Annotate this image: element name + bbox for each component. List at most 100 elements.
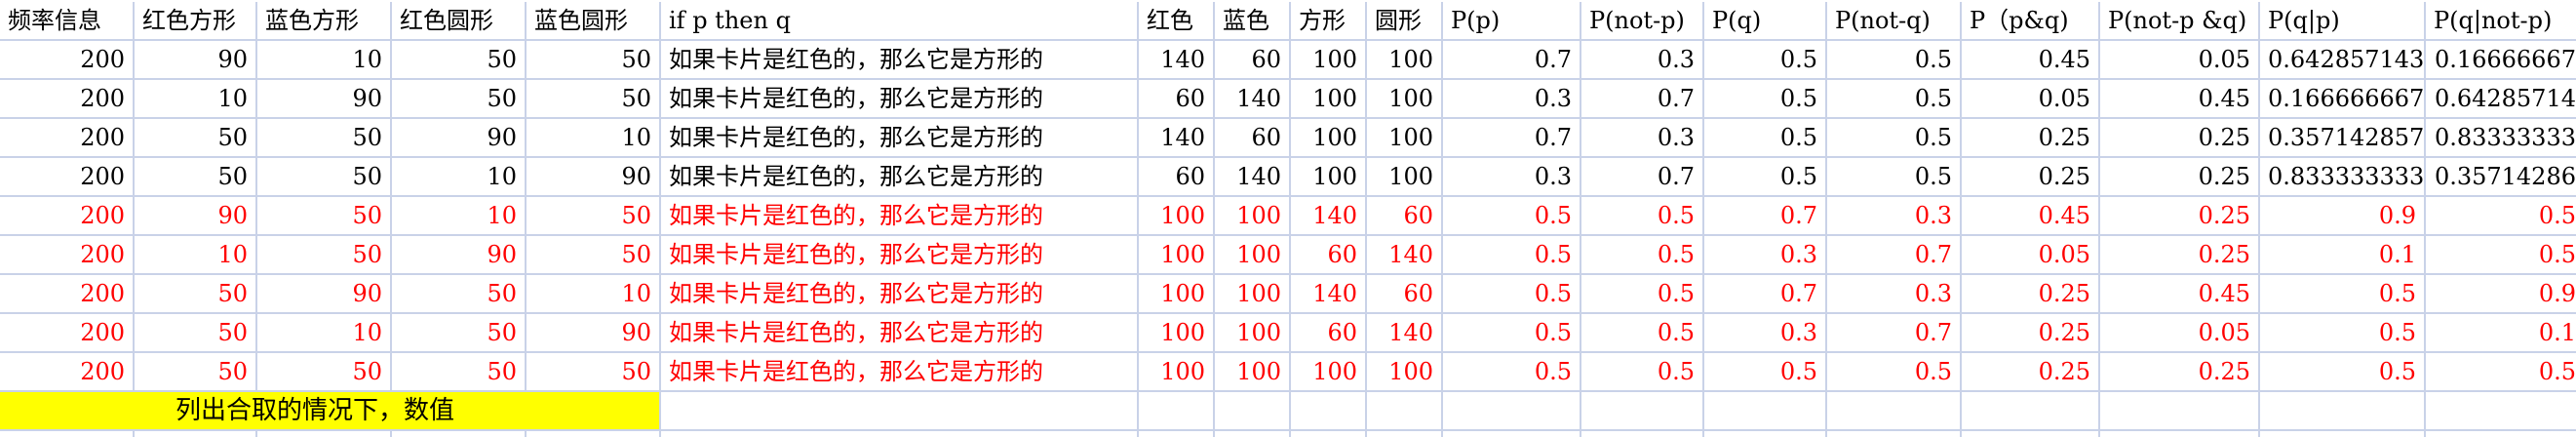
cell-r5-p-q[interactable]: 0.7	[1704, 197, 1827, 236]
cell-r3-red-square[interactable]: 50	[135, 119, 257, 158]
cell-r6-p-not-q[interactable]: 0.7	[1827, 236, 1962, 275]
empty-cell[interactable]	[257, 431, 392, 437]
cell-r4-square[interactable]: 100	[1291, 158, 1367, 197]
cell-r1-red[interactable]: 140	[1139, 41, 1215, 80]
cell-r9-p-not-p-and-q[interactable]: 0.25	[2100, 353, 2260, 392]
cell-r7-p-not-p[interactable]: 0.5	[1581, 275, 1704, 314]
cell-r5-p-q-given-p[interactable]: 0.9	[2260, 197, 2426, 236]
cell-r1-p-not-p[interactable]: 0.3	[1581, 41, 1704, 80]
cell-r4-p-q[interactable]: 0.5	[1704, 158, 1827, 197]
empty-cell[interactable]	[1704, 431, 1827, 437]
cell-r3-blue[interactable]: 60	[1215, 119, 1291, 158]
cell-r8-p-not-q[interactable]: 0.7	[1827, 314, 1962, 353]
empty-cell[interactable]	[1443, 392, 1581, 431]
cell-r8-p-q[interactable]: 0.3	[1704, 314, 1827, 353]
cell-r9-blue-circle[interactable]: 50	[527, 353, 661, 392]
empty-cell[interactable]	[1291, 431, 1367, 437]
cell-r6-p-q-given-not-p[interactable]: 0.5	[2426, 236, 2576, 275]
cell-r3-p-q-given-p[interactable]: 0.357142857	[2260, 119, 2426, 158]
cell-r7-square[interactable]: 140	[1291, 275, 1367, 314]
cell-r8-blue-circle[interactable]: 90	[527, 314, 661, 353]
cell-r4-red[interactable]: 60	[1139, 158, 1215, 197]
cell-r3-if-p-then-q[interactable]: 如果卡片是红色的，那么它是方形的	[661, 119, 1139, 158]
cell-r5-p-not-p-and-q[interactable]: 0.25	[2100, 197, 2260, 236]
empty-cell[interactable]	[1215, 431, 1291, 437]
header-blue-square[interactable]: 蓝色方形	[257, 2, 392, 41]
cell-r7-p-not-p-and-q[interactable]: 0.45	[2100, 275, 2260, 314]
cell-r8-p-p-and-q[interactable]: 0.25	[1962, 314, 2100, 353]
cell-r2-red-circle[interactable]: 50	[392, 80, 527, 119]
cell-r9-p-not-q[interactable]: 0.5	[1827, 353, 1962, 392]
header-p-p[interactable]: P(p)	[1443, 2, 1581, 41]
empty-cell[interactable]	[1139, 392, 1215, 431]
cell-r4-red-circle[interactable]: 10	[392, 158, 527, 197]
cell-r1-square[interactable]: 100	[1291, 41, 1367, 80]
cell-r6-blue[interactable]: 100	[1215, 236, 1291, 275]
cell-r9-blue[interactable]: 100	[1215, 353, 1291, 392]
cell-r7-p-p[interactable]: 0.5	[1443, 275, 1581, 314]
cell-r1-p-not-q[interactable]: 0.5	[1827, 41, 1962, 80]
cell-r8-circle[interactable]: 140	[1367, 314, 1443, 353]
cell-r7-p-not-q[interactable]: 0.3	[1827, 275, 1962, 314]
cell-r8-blue[interactable]: 100	[1215, 314, 1291, 353]
cell-r4-blue[interactable]: 140	[1215, 158, 1291, 197]
cell-r4-blue-square[interactable]: 50	[257, 158, 392, 197]
cell-r2-p-p[interactable]: 0.3	[1443, 80, 1581, 119]
cell-r1-p-q-given-p[interactable]: 0.642857143	[2260, 41, 2426, 80]
cell-r4-blue-circle[interactable]: 90	[527, 158, 661, 197]
cell-r1-blue-square[interactable]: 10	[257, 41, 392, 80]
empty-cell[interactable]	[135, 431, 257, 437]
header-if-p-then-q[interactable]: if p then q	[661, 2, 1139, 41]
header-p-not-p-and-q[interactable]: P(not-p &q)	[2100, 2, 2260, 41]
cell-r7-red-square[interactable]: 50	[135, 275, 257, 314]
cell-r7-circle[interactable]: 60	[1367, 275, 1443, 314]
cell-r2-p-not-q[interactable]: 0.5	[1827, 80, 1962, 119]
empty-cell[interactable]	[1443, 431, 1581, 437]
cell-r8-red-square[interactable]: 50	[135, 314, 257, 353]
cell-r7-p-p-and-q[interactable]: 0.25	[1962, 275, 2100, 314]
cell-r5-blue-circle[interactable]: 50	[527, 197, 661, 236]
cell-r3-square[interactable]: 100	[1291, 119, 1367, 158]
header-p-not-p[interactable]: P(not-p)	[1581, 2, 1704, 41]
cell-r5-blue[interactable]: 100	[1215, 197, 1291, 236]
header-p-not-q[interactable]: P(not-q)	[1827, 2, 1962, 41]
cell-r5-red-square[interactable]: 90	[135, 197, 257, 236]
cell-r3-p-q[interactable]: 0.5	[1704, 119, 1827, 158]
cell-r2-p-p-and-q[interactable]: 0.05	[1962, 80, 2100, 119]
cell-r9-freq-info[interactable]: 200	[0, 353, 135, 392]
empty-cell[interactable]	[392, 431, 527, 437]
cell-r9-p-q-given-p[interactable]: 0.5	[2260, 353, 2426, 392]
cell-r5-p-p-and-q[interactable]: 0.45	[1962, 197, 2100, 236]
cell-r7-freq-info[interactable]: 200	[0, 275, 135, 314]
cell-r8-p-q-given-p[interactable]: 0.5	[2260, 314, 2426, 353]
cell-r7-p-q[interactable]: 0.7	[1704, 275, 1827, 314]
cell-r8-p-not-p-and-q[interactable]: 0.05	[2100, 314, 2260, 353]
cell-r4-p-not-q[interactable]: 0.5	[1827, 158, 1962, 197]
cell-r3-red-circle[interactable]: 90	[392, 119, 527, 158]
empty-cell[interactable]	[1962, 431, 2100, 437]
cell-r4-if-p-then-q[interactable]: 如果卡片是红色的，那么它是方形的	[661, 158, 1139, 197]
cell-r7-blue-circle[interactable]: 10	[527, 275, 661, 314]
empty-cell[interactable]	[1962, 392, 2100, 431]
cell-r1-if-p-then-q[interactable]: 如果卡片是红色的，那么它是方形的	[661, 41, 1139, 80]
empty-cell[interactable]	[661, 431, 1139, 437]
cell-r6-red-circle[interactable]: 90	[392, 236, 527, 275]
cell-r6-if-p-then-q[interactable]: 如果卡片是红色的，那么它是方形的	[661, 236, 1139, 275]
cell-r5-p-p[interactable]: 0.5	[1443, 197, 1581, 236]
cell-r6-p-p-and-q[interactable]: 0.05	[1962, 236, 2100, 275]
cell-r6-square[interactable]: 60	[1291, 236, 1367, 275]
cell-r4-p-not-p[interactable]: 0.7	[1581, 158, 1704, 197]
cell-r5-red[interactable]: 100	[1139, 197, 1215, 236]
cell-r2-blue-circle[interactable]: 50	[527, 80, 661, 119]
empty-cell[interactable]	[1291, 392, 1367, 431]
cell-r2-p-q-given-not-p[interactable]: 0.64285714	[2426, 80, 2576, 119]
cell-r6-p-q-given-p[interactable]: 0.1	[2260, 236, 2426, 275]
cell-r2-p-not-p[interactable]: 0.7	[1581, 80, 1704, 119]
cell-r5-blue-square[interactable]: 50	[257, 197, 392, 236]
cell-r8-p-q-given-not-p[interactable]: 0.1	[2426, 314, 2576, 353]
header-blue[interactable]: 蓝色	[1215, 2, 1291, 41]
cell-r9-if-p-then-q[interactable]: 如果卡片是红色的，那么它是方形的	[661, 353, 1139, 392]
cell-r9-p-p[interactable]: 0.5	[1443, 353, 1581, 392]
cell-r8-blue-square[interactable]: 10	[257, 314, 392, 353]
cell-r8-if-p-then-q[interactable]: 如果卡片是红色的，那么它是方形的	[661, 314, 1139, 353]
